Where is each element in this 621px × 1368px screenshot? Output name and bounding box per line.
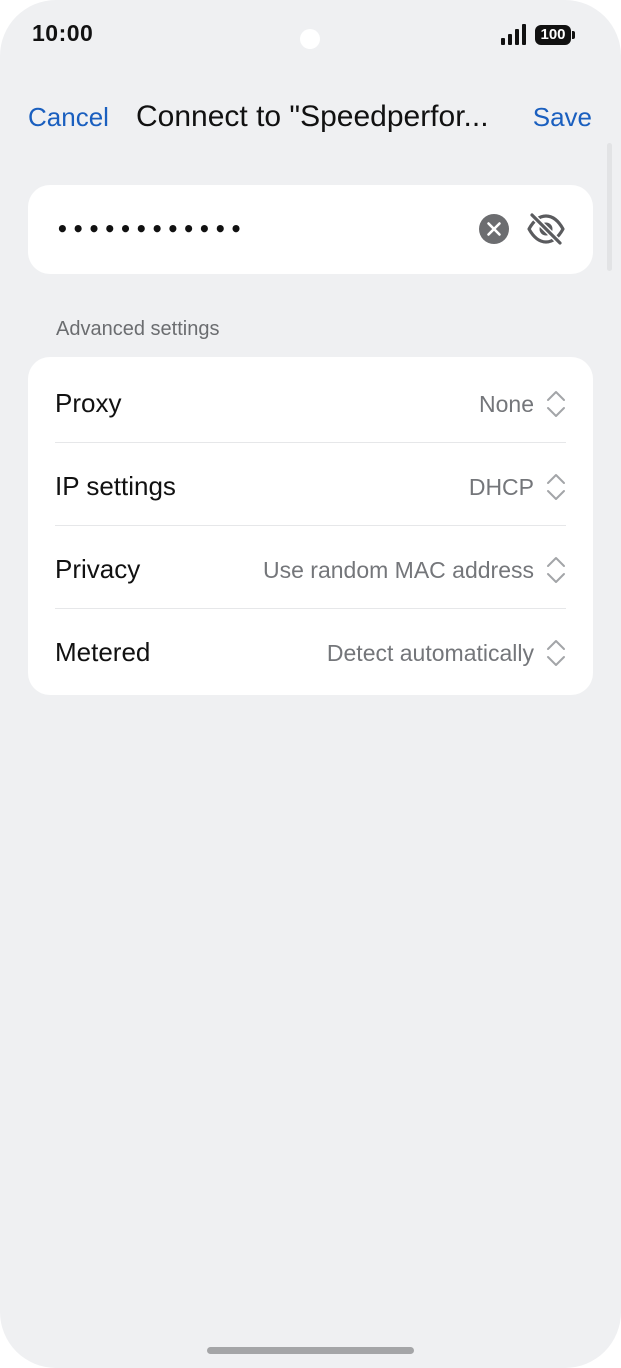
chevron-updown-icon	[547, 557, 565, 583]
save-button[interactable]: Save	[533, 102, 592, 133]
settings-row-metered[interactable]: Metered Detect automatically	[28, 609, 593, 692]
eye-off-icon[interactable]	[526, 209, 566, 249]
status-time: 10:00	[32, 20, 94, 46]
battery-tip	[572, 31, 575, 39]
settings-row-proxy[interactable]: Proxy None	[28, 360, 593, 443]
camera-cutout	[300, 29, 320, 49]
advanced-settings-card: Proxy None IP settings DHCP Privacy Use …	[28, 357, 593, 695]
signal-icon	[501, 24, 526, 45]
settings-row-privacy[interactable]: Privacy Use random MAC address	[28, 526, 593, 609]
home-indicator[interactable]	[207, 1347, 414, 1354]
section-label-advanced: Advanced settings	[56, 318, 220, 340]
chevron-updown-icon	[547, 640, 565, 666]
clear-icon[interactable]	[478, 213, 510, 245]
row-value: None	[479, 391, 534, 417]
row-label: Privacy	[55, 554, 141, 584]
cancel-button[interactable]: Cancel	[28, 102, 109, 133]
password-card: ••••••••••••	[28, 185, 593, 274]
chevron-updown-icon	[547, 474, 565, 500]
scrollbar[interactable]	[607, 143, 612, 271]
page-title: Connect to "Speedperfor...	[136, 100, 489, 133]
row-value: Detect automatically	[326, 640, 534, 666]
battery-icon: 100	[535, 25, 575, 45]
row-label: Metered	[55, 637, 151, 667]
battery-level: 100	[535, 25, 571, 45]
status-bar: 10:00 100	[0, 0, 621, 70]
row-value: DHCP	[468, 474, 534, 500]
settings-row-ip-settings[interactable]: IP settings DHCP	[28, 443, 593, 526]
phone-screen: 10:00 100 Cancel Connect to "Speedperfor…	[0, 0, 621, 1368]
row-label: IP settings	[55, 471, 176, 501]
row-value: Use random MAC address	[263, 557, 534, 583]
row-label: Proxy	[55, 388, 122, 418]
chevron-updown-icon	[547, 391, 565, 417]
dialog-header: Cancel Connect to "Speedperfor... Save	[0, 92, 621, 148]
password-input[interactable]: ••••••••••••	[56, 209, 456, 249]
